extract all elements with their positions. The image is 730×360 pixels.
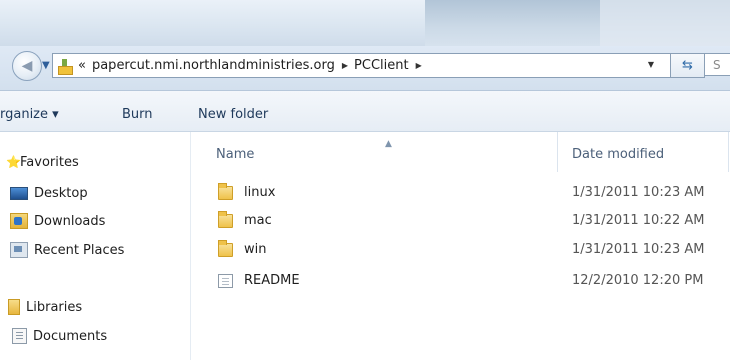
libraries-icon	[8, 299, 20, 315]
file-date-modified: 12/2/2010 12:20 PM	[572, 273, 704, 288]
sidebar-item-recent-places[interactable]: Recent Places	[10, 240, 124, 260]
file-name: mac	[244, 213, 272, 228]
file-name: win	[244, 242, 267, 257]
documents-icon	[12, 328, 27, 344]
file-row-mac[interactable]: mac 1/31/2011 10:22 AM	[216, 211, 730, 233]
sidebar-item-favorites[interactable]: ⭐ Favorites	[6, 152, 79, 172]
star-icon: ⭐	[6, 155, 21, 169]
file-row-linux[interactable]: linux 1/31/2011 10:23 AM	[216, 183, 730, 205]
column-header-label: Name	[216, 147, 255, 162]
burn-button[interactable]: Burn	[122, 107, 153, 122]
downloads-icon	[10, 213, 28, 229]
file-name: linux	[244, 185, 276, 200]
sort-ascending-icon: ▲	[385, 139, 392, 149]
new-folder-button[interactable]: New folder	[198, 107, 268, 122]
back-button[interactable]: ◀	[12, 51, 42, 81]
sidebar-item-documents[interactable]: Documents	[12, 326, 107, 346]
breadcrumb-arrow-icon[interactable]: ▶	[416, 61, 422, 70]
sidebar-item-desktop[interactable]: Desktop	[10, 183, 88, 203]
overflow-chevron-icon[interactable]: «	[78, 58, 86, 73]
search-input[interactable]: S	[704, 53, 730, 76]
desktop-icon	[10, 186, 28, 200]
sidebar-item-label: Documents	[33, 328, 108, 344]
breadcrumb-pcclient[interactable]: PCClient	[354, 58, 409, 73]
file-row-readme[interactable]: README 12/2/2010 12:20 PM	[216, 271, 730, 293]
command-bar	[0, 91, 730, 132]
sidebar-item-label: Favorites	[20, 154, 79, 170]
column-header-date-modified[interactable]: Date modified	[558, 132, 728, 172]
file-name: README	[244, 273, 300, 288]
network-location-icon	[58, 58, 73, 75]
recent-pages-dropdown-icon[interactable]: ▼	[42, 60, 50, 71]
refresh-button[interactable]: ⇆	[670, 53, 705, 78]
window-title-bar	[0, 0, 730, 46]
organize-button[interactable]: rganize ▾	[0, 107, 59, 122]
text-file-icon	[218, 274, 233, 288]
sidebar-item-label: Desktop	[34, 185, 88, 201]
breadcrumb-server[interactable]: papercut.nmi.northlandministries.org	[92, 58, 335, 73]
folder-icon	[218, 183, 233, 200]
refresh-icon: ⇆	[682, 58, 693, 73]
breadcrumb-arrow-icon[interactable]: ▶	[342, 61, 348, 70]
file-row-win[interactable]: win 1/31/2011 10:23 AM	[216, 240, 730, 262]
folder-icon	[218, 240, 233, 257]
sidebar-item-label: Libraries	[26, 299, 83, 315]
back-arrow-icon: ◀	[21, 58, 33, 74]
sidebar-item-label: Downloads	[34, 213, 106, 229]
sidebar-item-downloads[interactable]: Downloads	[10, 211, 105, 231]
file-date-modified: 1/31/2011 10:22 AM	[572, 213, 705, 228]
sidebar-item-libraries[interactable]: Libraries	[8, 297, 82, 317]
recent-places-icon	[10, 242, 28, 258]
column-header-label: Date modified	[572, 147, 665, 162]
column-resize-handle[interactable]	[728, 132, 729, 172]
column-header-name[interactable]: Name	[191, 132, 557, 172]
folder-icon	[218, 211, 233, 228]
background-blur-right	[600, 0, 730, 46]
sidebar-item-label: Recent Places	[34, 242, 125, 258]
address-bar[interactable]: « papercut.nmi.northlandministries.org ▶…	[52, 53, 671, 78]
file-date-modified: 1/31/2011 10:23 AM	[572, 185, 705, 200]
file-date-modified: 1/31/2011 10:23 AM	[572, 242, 705, 257]
address-dropdown-icon[interactable]: ▼	[648, 60, 654, 69]
